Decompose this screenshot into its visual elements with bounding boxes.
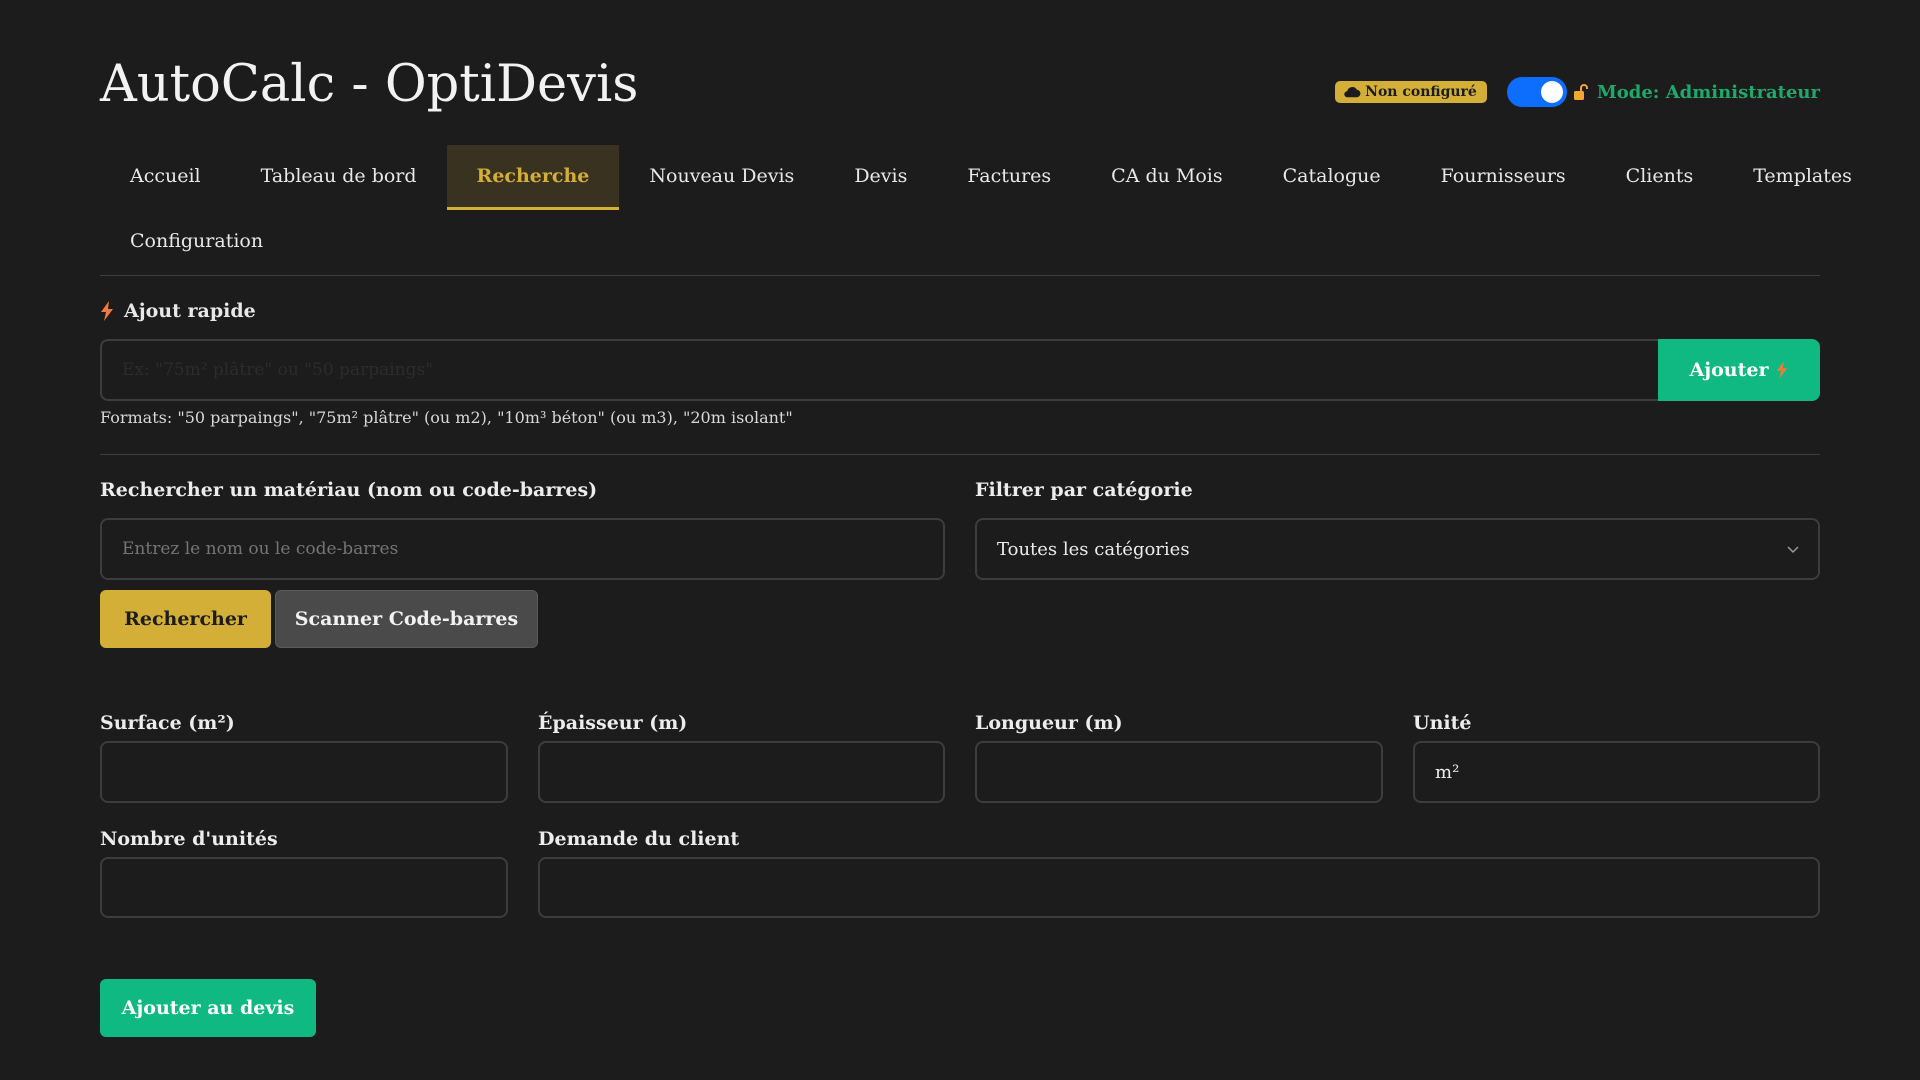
cloud-status-badge[interactable]: Non configuré [1335,81,1487,103]
unite-input[interactable] [1413,741,1820,803]
header-status: Non configuré Mode: Administrateur [1335,77,1820,107]
nav-item-clients[interactable]: Clients [1596,145,1724,210]
chevron-down-icon [1787,546,1799,554]
quick-add-title-text: Ajout rapide [124,300,256,322]
unlock-icon [1573,84,1588,100]
demande-client-label: Demande du client [538,828,740,850]
header: AutoCalc - OptiDevis Non configuré Mode:… [100,52,1820,122]
epaisseur-label: Épaisseur (m) [538,712,688,734]
nav-item-configuration[interactable]: Configuration [100,210,293,275]
nav-item-fournisseurs[interactable]: Fournisseurs [1411,145,1596,210]
nav-item-templates[interactable]: Templates [1723,145,1882,210]
quick-add-input[interactable] [100,339,1658,401]
nav-item-recherche[interactable]: Recherche [446,145,620,210]
cloud-status-text: Non configuré [1365,84,1477,100]
cloud-icon [1344,87,1361,98]
nav-item-ca-du-mois[interactable]: CA du Mois [1081,145,1252,210]
nav-item-tableau-de-bord[interactable]: Tableau de bord [231,145,447,210]
nav-item-factures[interactable]: Factures [937,145,1081,210]
section-divider [100,454,1820,455]
nav-item-nouveau-devis[interactable]: Nouveau Devis [619,145,824,210]
page: AutoCalc - OptiDevis Non configuré Mode:… [0,0,1920,1080]
nav-item-catalogue[interactable]: Catalogue [1253,145,1411,210]
add-to-quote-button[interactable]: Ajouter au devis [100,979,316,1037]
search-button[interactable]: Rechercher [100,590,271,648]
surface-input[interactable] [100,741,508,803]
nav-item-accueil[interactable]: Accueil [100,145,231,210]
longueur-label: Longueur (m) [975,712,1123,734]
app-title: AutoCalc - OptiDevis [100,55,639,114]
mode-label: Mode: Administrateur [1596,81,1820,103]
scan-barcode-button[interactable]: Scanner Code-barres [275,590,538,648]
unite-label: Unité [1413,712,1472,734]
search-input[interactable] [100,518,945,580]
quick-add-help: Formats: "50 parpaings", "75m² plâtre" (… [100,408,793,427]
category-filter-label: Filtrer par catégorie [975,479,1193,501]
quick-add-title: Ajout rapide [100,300,256,322]
demande-client-input[interactable] [538,857,1820,918]
admin-mode-toggle[interactable] [1506,77,1567,107]
category-selected-value: Toutes les catégories [997,538,1190,560]
search-label: Rechercher un matériau (nom ou code-barr… [100,479,598,501]
nombre-unites-label: Nombre d'unités [100,828,278,850]
nav-item-devis[interactable]: Devis [824,145,937,210]
quick-add-button[interactable]: Ajouter [1658,339,1820,401]
quick-add-row: Ajouter [100,339,1820,401]
nav-divider [100,275,1820,276]
nombre-unites-input[interactable] [100,857,508,918]
main-nav: Accueil Tableau de bord Recherche Nouvea… [100,145,1852,275]
toggle-knob [1540,81,1563,103]
lightning-icon [101,301,113,321]
quick-add-button-label: Ajouter [1689,359,1769,381]
longueur-input[interactable] [975,741,1383,803]
surface-label: Surface (m²) [100,712,235,734]
lightning-icon [1777,361,1788,379]
epaisseur-input[interactable] [538,741,945,803]
category-select[interactable]: Toutes les catégories [975,518,1820,580]
